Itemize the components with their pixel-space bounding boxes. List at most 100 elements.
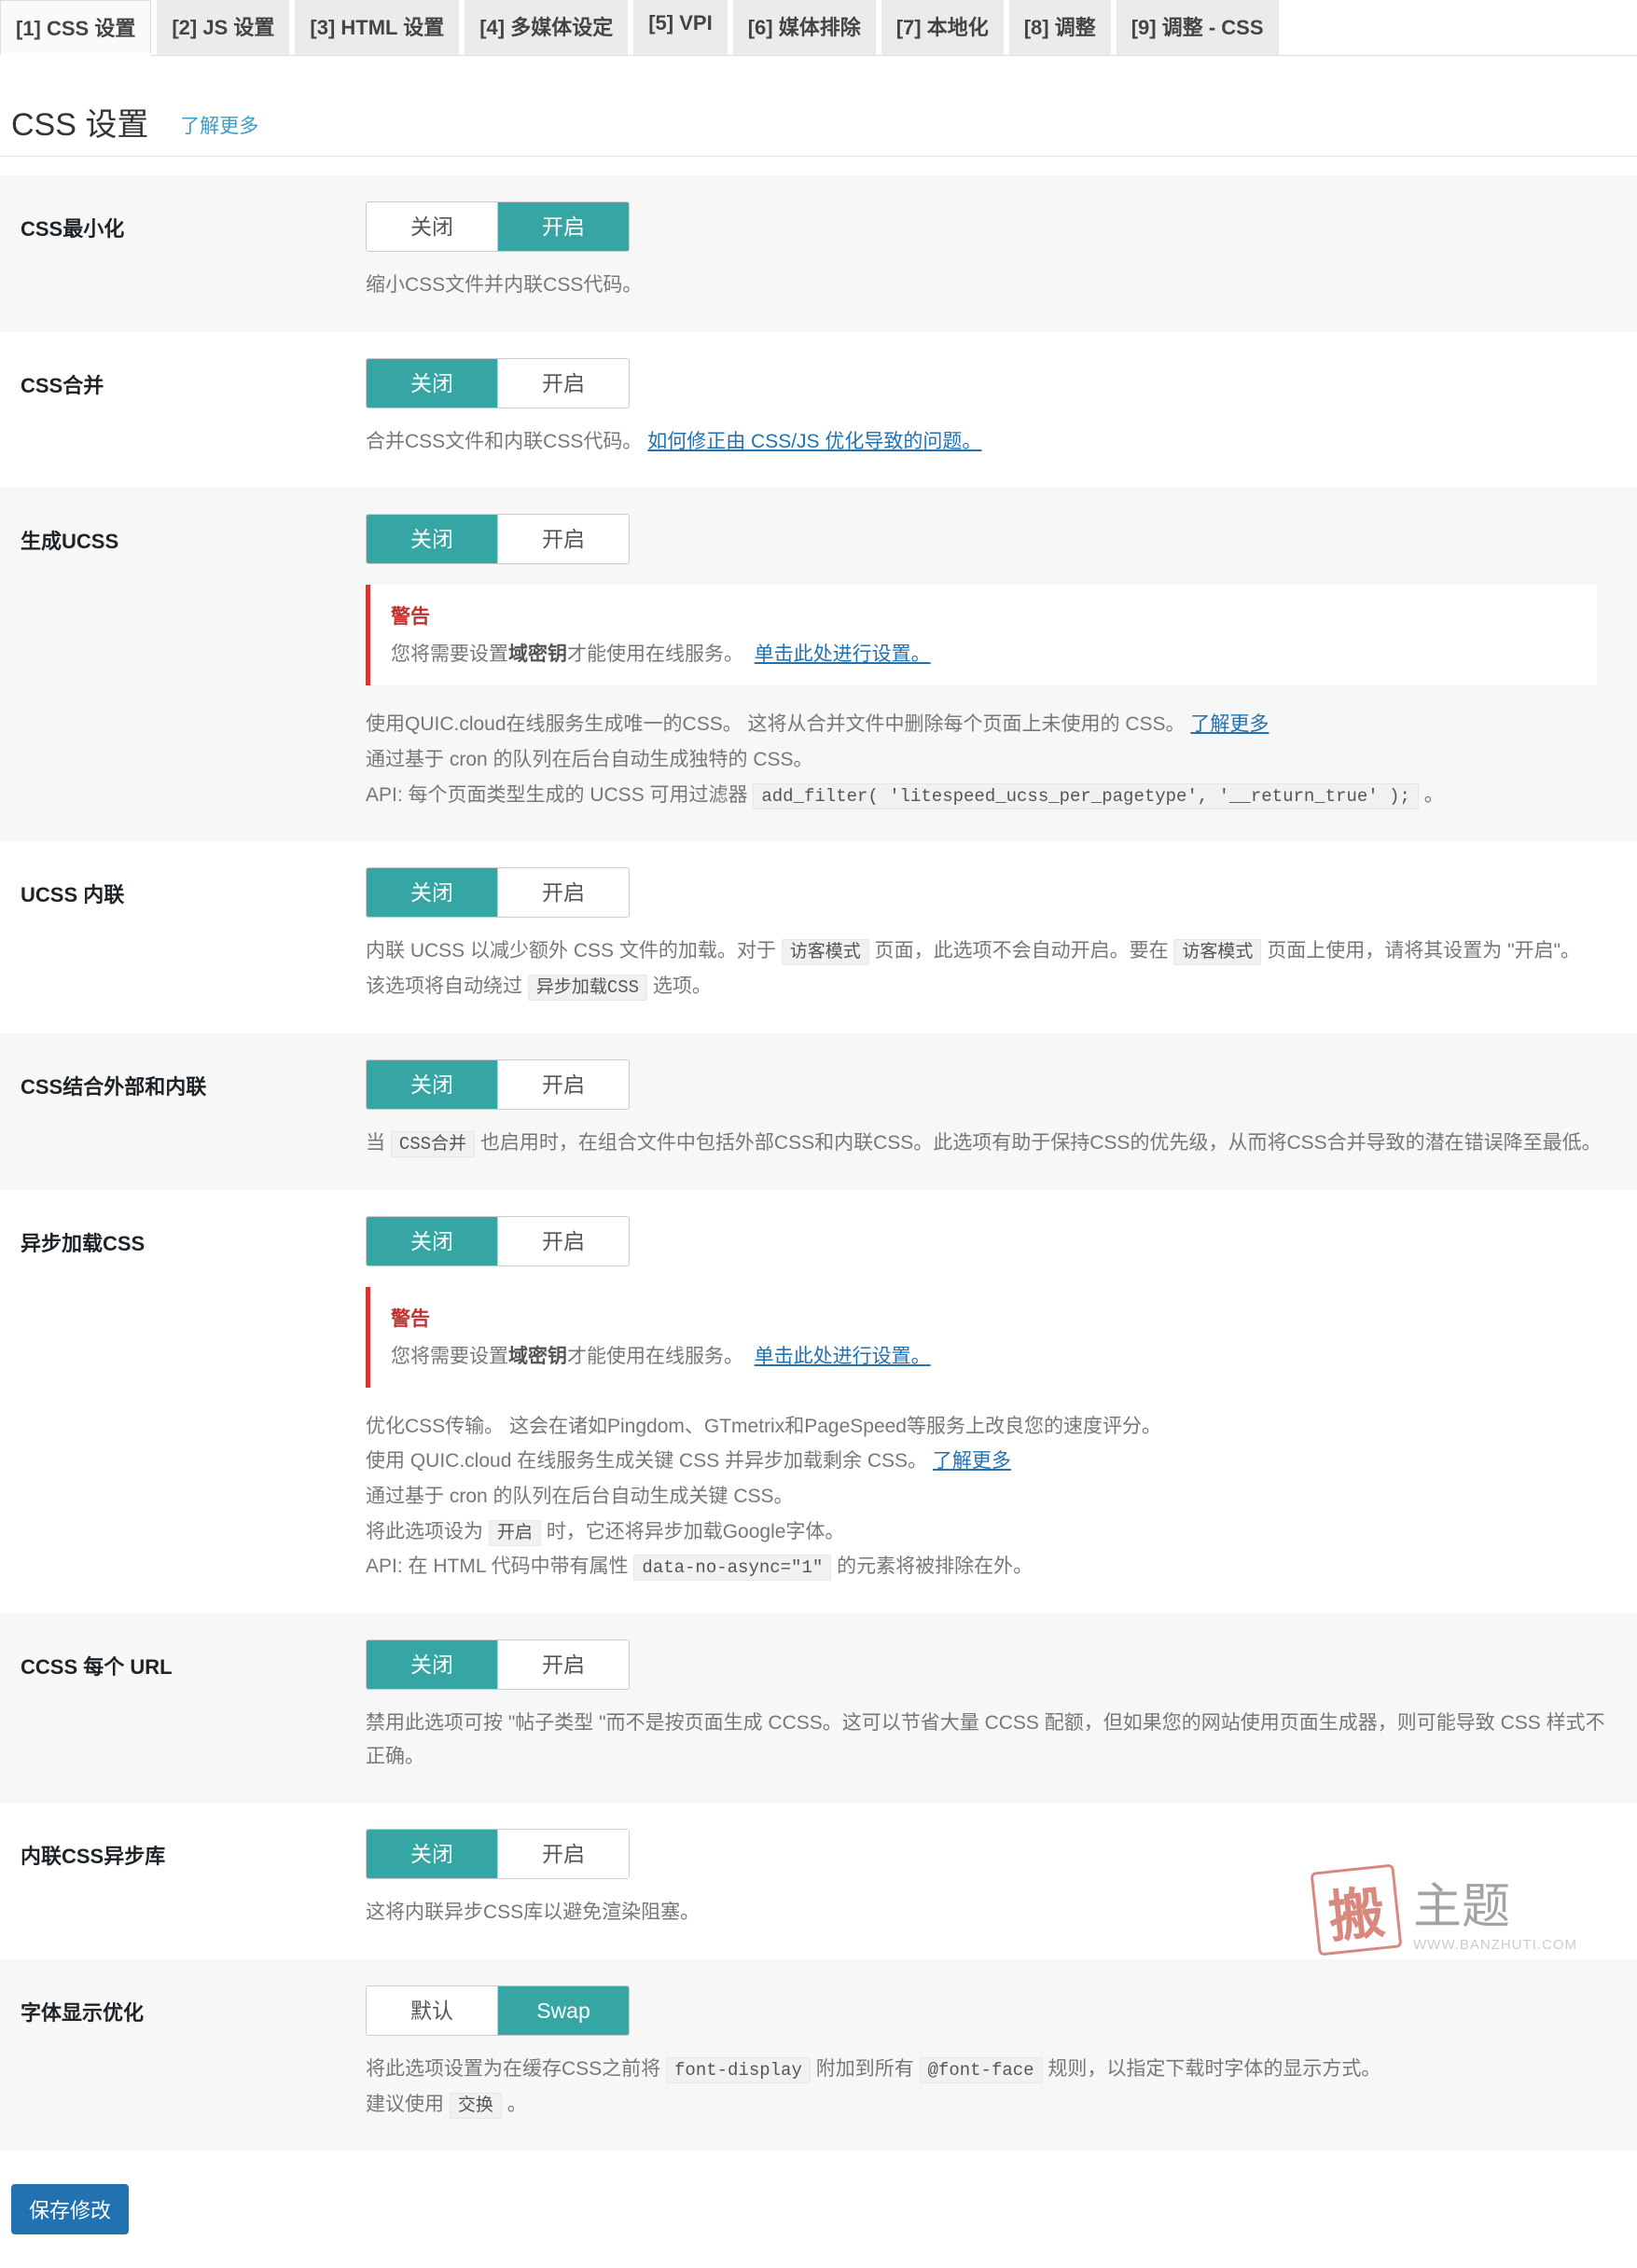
toggle-off[interactable]: 关闭	[367, 1217, 497, 1265]
setting-desc: 将此选项设置为在缓存CSS之前将 font-display 附加到所有 @fon…	[366, 2053, 1616, 2121]
toggle-on[interactable]: 开启	[498, 515, 629, 563]
toggle: 默认 Swap	[366, 1985, 630, 2036]
warning-text: 才能使用在线服务。	[567, 643, 743, 665]
toggle-on[interactable]: 开启	[498, 1217, 629, 1265]
tab-js[interactable]: [2] JS 设置	[157, 0, 289, 55]
warning-title: 警告	[391, 1304, 1576, 1332]
toggle: 关闭 开启	[366, 514, 630, 564]
desc-text: 优化CSS传输。 这会在诸如Pingdom、GTmetrix和PageSpeed…	[366, 1410, 1616, 1444]
setting-label: CSS合并	[21, 358, 366, 459]
tab-media-exclude[interactable]: [6] 媒体排除	[733, 0, 876, 55]
code-snippet: 开启	[489, 1520, 541, 1546]
learn-more-link[interactable]: 了解更多	[1190, 713, 1269, 735]
toggle-off[interactable]: 关闭	[367, 202, 497, 251]
code-snippet: font-display	[666, 2057, 811, 2083]
toggle: 关闭 开启	[366, 1059, 630, 1110]
code-snippet: 访客模式	[1173, 939, 1261, 965]
setting-ccss-per-url: CCSS 每个 URL 关闭 开启 禁用此选项可按 "帖子类型 "而不是按页面生…	[0, 1613, 1637, 1803]
tab-bar: [1] CSS 设置 [2] JS 设置 [3] HTML 设置 [4] 多媒体…	[0, 0, 1637, 56]
desc-text: 也启用时，在组合文件中包括外部CSS和内联CSS。此选项有助于保持CSS的优先级…	[480, 1132, 1602, 1154]
footer-actions: 保存修改	[0, 2150, 1637, 2268]
toggle-on[interactable]: 开启	[498, 1640, 629, 1689]
warning-text: 您将需要设置	[391, 1346, 508, 1367]
code-snippet: 异步加载CSS	[528, 975, 647, 1001]
warning-box: 警告 您将需要设置域密钥才能使用在线服务。 单击此处进行设置。	[366, 585, 1597, 685]
warning-text: 您将需要设置	[391, 643, 508, 665]
toggle-off[interactable]: 关闭	[367, 515, 497, 563]
desc-text: 附加到所有	[816, 2058, 914, 2080]
warning-box: 警告 您将需要设置域密钥才能使用在线服务。 单击此处进行设置。	[366, 1287, 1597, 1388]
tab-tuning[interactable]: [8] 调整	[1009, 0, 1111, 55]
setting-desc: 缩小CSS文件并内联CSS代码。	[366, 269, 1616, 302]
desc-text: 页面上使用，请将其设置为 "开启"。	[1267, 940, 1580, 961]
warning-title: 警告	[391, 602, 1576, 629]
warning-bold: 域密钥	[508, 1346, 567, 1367]
toggle-on[interactable]: 开启	[498, 359, 629, 408]
setting-css-combine: CSS合并 关闭 开启 合并CSS文件和内联CSS代码。 如何修正由 CSS/J…	[0, 332, 1637, 489]
fix-issues-link[interactable]: 如何修正由 CSS/JS 优化导致的问题。	[647, 431, 981, 452]
toggle-swap[interactable]: Swap	[498, 1986, 629, 2035]
desc-text: 页面，此选项不会自动开启。要在	[875, 940, 1169, 961]
setting-label: 异步加载CSS	[21, 1216, 366, 1583]
desc-text: 使用 QUIC.cloud 在线服务生成关键 CSS 并异步加载剩余 CSS。	[366, 1450, 927, 1472]
toggle: 关闭 开启	[366, 358, 630, 408]
setting-desc: 内联 UCSS 以减少额外 CSS 文件的加载。对于 访客模式 页面，此选项不会…	[366, 934, 1616, 1003]
desc-text: 通过基于 cron 的队列在后台自动生成关键 CSS。	[366, 1480, 1616, 1514]
setting-label: CSS最小化	[21, 201, 366, 302]
toggle-off[interactable]: 关闭	[367, 868, 497, 917]
toggle: 关闭 开启	[366, 201, 630, 252]
code-snippet: data-no-async="1"	[633, 1555, 831, 1581]
toggle: 关闭 开启	[366, 867, 630, 918]
toggle-on[interactable]: 开启	[498, 1060, 629, 1109]
warning-text: 才能使用在线服务。	[567, 1346, 743, 1367]
tab-media[interactable]: [4] 多媒体设定	[465, 0, 628, 55]
code-snippet: CSS合并	[391, 1131, 475, 1157]
tab-tuning-css[interactable]: [9] 调整 - CSS	[1117, 0, 1279, 55]
desc-text: 该选项将自动绕过	[366, 975, 522, 997]
toggle-off[interactable]: 关闭	[367, 1060, 497, 1109]
settings-panel: CSS最小化 关闭 开启 缩小CSS文件并内联CSS代码。 CSS合并 关闭 开…	[0, 157, 1637, 2150]
toggle-on[interactable]: 开启	[498, 1830, 629, 1878]
setting-css-min: CSS最小化 关闭 开启 缩小CSS文件并内联CSS代码。	[0, 175, 1637, 332]
desc-text: 规则，以指定下载时字体的显示方式。	[1047, 2058, 1380, 2080]
desc-text: 将此选项设置为在缓存CSS之前将	[366, 2058, 660, 2080]
tab-html[interactable]: [3] HTML 设置	[295, 0, 459, 55]
desc-text: 当	[366, 1132, 385, 1154]
setting-label: 字体显示优化	[21, 1985, 366, 2121]
toggle-off[interactable]: 关闭	[367, 359, 497, 408]
tab-css[interactable]: [1] CSS 设置	[0, 0, 151, 56]
learn-more-link[interactable]: 了解更多	[933, 1450, 1011, 1472]
toggle-default[interactable]: 默认	[367, 1986, 497, 2035]
setting-desc: 当 CSS合并 也启用时，在组合文件中包括外部CSS和内联CSS。此选项有助于保…	[366, 1127, 1616, 1160]
desc-text: API: 在 HTML 代码中带有属性	[366, 1556, 629, 1577]
tab-localization[interactable]: [7] 本地化	[881, 0, 1004, 55]
toggle-on[interactable]: 开启	[498, 202, 629, 251]
toggle-off[interactable]: 关闭	[367, 1640, 497, 1689]
setting-desc: 合并CSS文件和内联CSS代码。 如何修正由 CSS/JS 优化导致的问题。	[366, 425, 1616, 459]
toggle: 关闭 开启	[366, 1829, 630, 1879]
code-snippet: 交换	[450, 2093, 502, 2119]
desc-text: 。	[507, 2094, 527, 2115]
desc-text: 的元素将被排除在外。	[837, 1556, 1033, 1577]
desc-text: 选项。	[653, 975, 712, 997]
page-title: CSS 设置	[11, 99, 148, 145]
warning-setup-link[interactable]: 单击此处进行设置。	[755, 643, 931, 665]
setting-desc: 使用QUIC.cloud在线服务生成唯一的CSS。 这将从合并文件中删除每个页面…	[366, 708, 1616, 811]
setting-desc: 禁用此选项可按 "帖子类型 "而不是按页面生成 CCSS。这可以节省大量 CCS…	[366, 1707, 1616, 1773]
tab-vpi[interactable]: [5] VPI	[633, 0, 727, 55]
learn-more-link[interactable]: 了解更多	[180, 116, 258, 137]
warning-setup-link[interactable]: 单击此处进行设置。	[755, 1346, 931, 1367]
code-snippet: add_filter( 'litespeed_ucss_per_pagetype…	[753, 783, 1419, 809]
setting-desc: 优化CSS传输。 这会在诸如Pingdom、GTmetrix和PageSpeed…	[366, 1410, 1616, 1583]
desc-text: 将此选项设为	[366, 1521, 483, 1542]
save-button[interactable]: 保存修改	[11, 2184, 129, 2234]
desc-text: 通过基于 cron 的队列在后台自动生成独特的 CSS。	[366, 743, 1616, 777]
desc-text: 内联 UCSS 以减少额外 CSS 文件的加载。对于	[366, 940, 776, 961]
toggle-on[interactable]: 开启	[498, 868, 629, 917]
setting-css-ext-inline: CSS结合外部和内联 关闭 开启 当 CSS合并 也启用时，在组合文件中包括外部…	[0, 1033, 1637, 1190]
desc-text: 。	[1424, 784, 1444, 806]
warning-bold: 域密钥	[508, 643, 567, 665]
page-header: CSS 设置 了解更多	[0, 56, 1637, 157]
desc-text: 时，它还将异步加载Google字体。	[547, 1521, 845, 1542]
toggle-off[interactable]: 关闭	[367, 1830, 497, 1878]
